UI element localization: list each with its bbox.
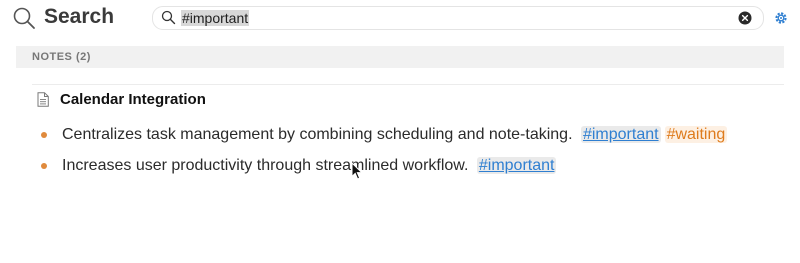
gear-icon[interactable] — [774, 11, 788, 25]
tag-waiting[interactable]: #waiting — [664, 126, 728, 143]
bullet-text: Increases user productivity through stre… — [62, 156, 557, 176]
section-label: NOTES (2) — [32, 51, 91, 63]
clear-circle-icon[interactable] — [738, 11, 752, 25]
divider — [32, 84, 784, 85]
search-header: Search #important — [0, 0, 800, 36]
tag-important[interactable]: #important — [580, 126, 661, 143]
note-title[interactable]: Calendar Integration — [60, 91, 206, 109]
search-icon — [161, 10, 176, 25]
search-input-value: #important — [181, 10, 250, 26]
bullet-dot — [41, 163, 47, 169]
list-item: Increases user productivity through stre… — [32, 155, 784, 186]
bullet-content: Increases user productivity through stre… — [62, 157, 469, 174]
list-item: Centralizes task management by combining… — [32, 124, 784, 155]
mouse-pointer-icon — [351, 162, 363, 180]
search-input[interactable]: #important — [181, 9, 250, 27]
notes-section-header: NOTES (2) — [16, 46, 784, 68]
document-icon — [37, 92, 49, 107]
bullet-dot — [41, 132, 47, 138]
search-field[interactable]: #important — [152, 6, 764, 30]
bullet-text: Centralizes task management by combining… — [62, 125, 728, 145]
magnifier-icon — [13, 7, 35, 29]
page-title: Search — [44, 5, 115, 28]
tag-important[interactable]: #important — [476, 157, 557, 174]
bullet-list: Centralizes task management by combining… — [32, 124, 784, 186]
bullet-content: Centralizes task management by combining… — [62, 126, 573, 143]
